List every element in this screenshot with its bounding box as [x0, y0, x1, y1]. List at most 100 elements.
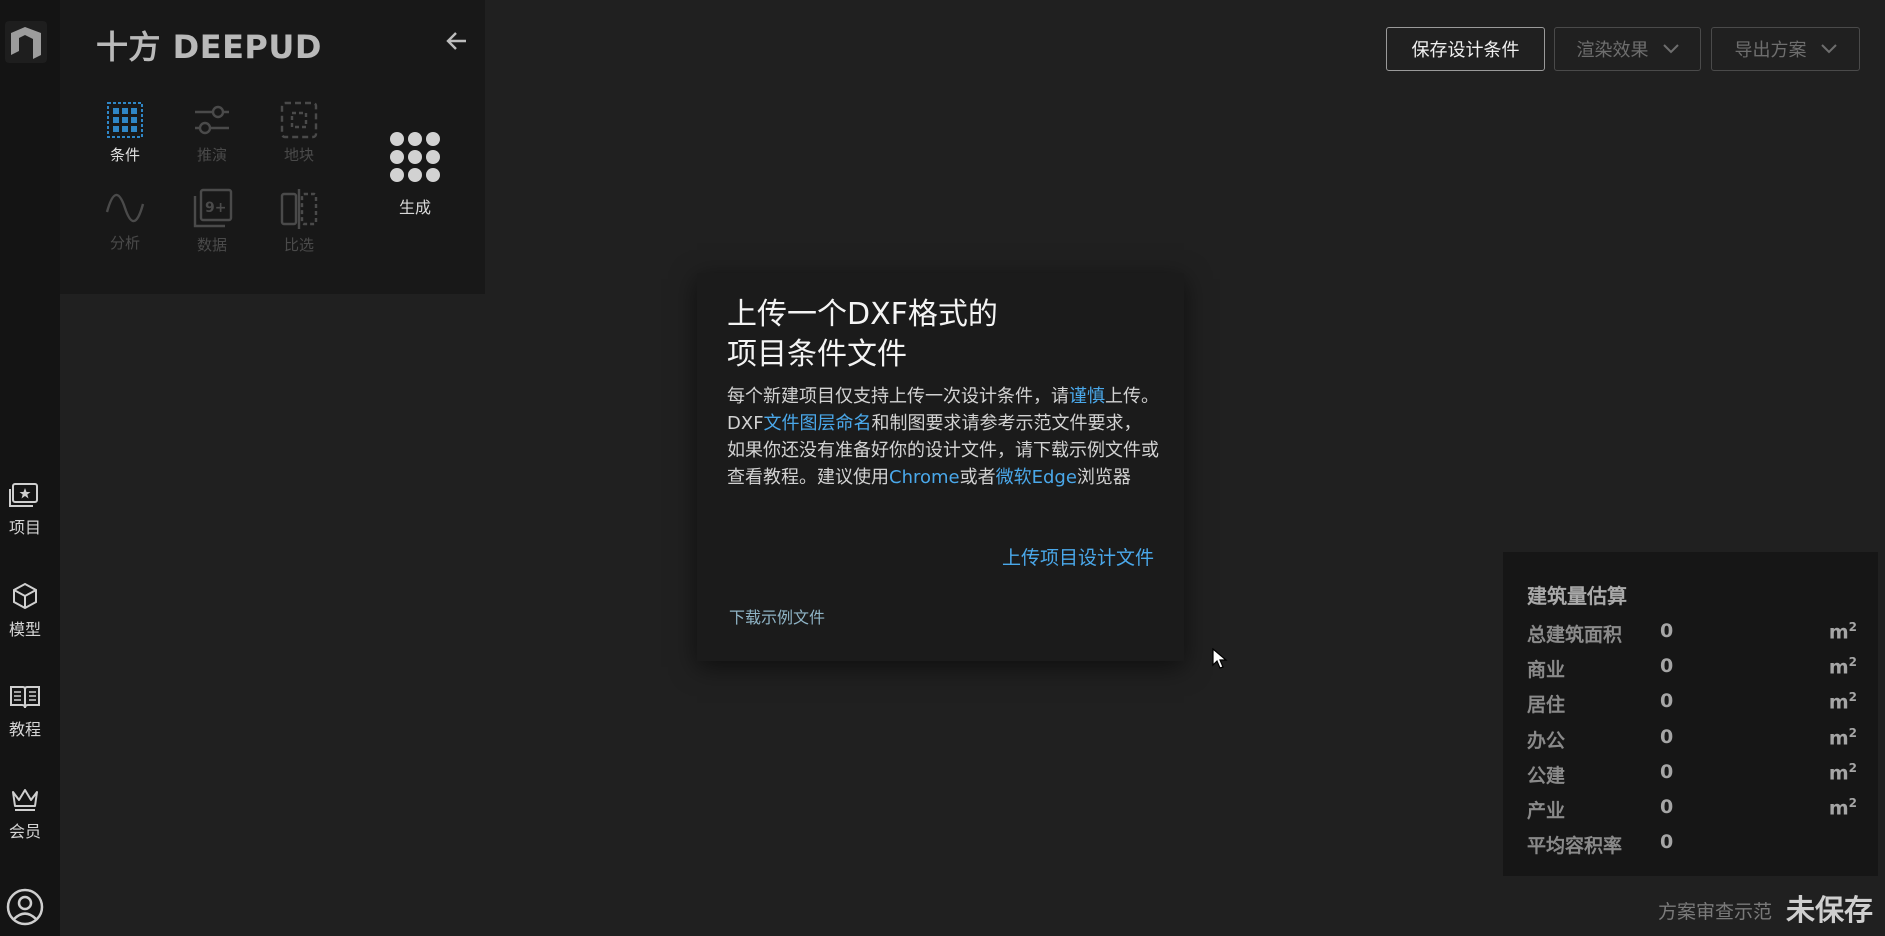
chevron-down-icon — [1662, 44, 1679, 54]
rail-item-project[interactable]: 项目 — [0, 482, 50, 538]
estimate-unit: m2 — [1828, 761, 1857, 785]
upload-design-file-link[interactable]: 上传项目设计文件 — [1002, 543, 1154, 570]
estimate-value: 0 — [1660, 796, 1674, 818]
project-star-icon — [9, 483, 38, 507]
app-logo-icon[interactable] — [4, 20, 48, 64]
tool-conditions[interactable]: 条件 — [95, 100, 155, 165]
text: 浏览器 — [1076, 467, 1131, 488]
dialog-body-line3: 如果你还没有准备好你的设计文件，请下载示例文件或 — [727, 440, 1159, 461]
text: 或者 — [959, 467, 996, 488]
cube-icon — [13, 582, 37, 610]
dialog-title: 上传一个DXF格式的 项目条件文件 — [727, 295, 1147, 375]
estimate-unit: m2 — [1828, 690, 1857, 714]
dialog-title-line2: 项目条件文件 — [727, 337, 907, 372]
tool-label: 条件 — [109, 146, 140, 164]
edge-link[interactable]: 微软Edge — [996, 467, 1077, 488]
estimate-value: 0 — [1660, 620, 1674, 642]
text: 查看教程。建议使用 — [727, 467, 889, 488]
data-9plus-icon: 9+ — [193, 188, 233, 228]
wave-icon — [105, 193, 145, 223]
rail-item-label: 教程 — [8, 720, 41, 739]
dashed-square-icon — [280, 101, 318, 139]
dialog-body-line2: DXF文件图层命名和制图要求请参考示范文件要求， — [727, 410, 1167, 437]
rail-item-member[interactable]: 会员 — [0, 786, 50, 842]
rail-item-label: 项目 — [8, 518, 41, 537]
crown-icon — [12, 789, 38, 811]
rail-item-label: 会员 — [8, 822, 41, 841]
estimate-value: 0 — [1660, 831, 1674, 853]
dialog-body-line1: 每个新建项目仅支持上传一次设计条件，请谨慎上传。 — [727, 383, 1167, 410]
text: DXF — [727, 413, 764, 434]
save-conditions-button[interactable]: 保存设计条件 — [1386, 27, 1545, 71]
tool-label: 分析 — [109, 234, 140, 252]
estimate-key: 商业 — [1527, 659, 1566, 681]
estimate-row: 总建筑面积 0 m2 — [1527, 620, 1857, 650]
review-demo-note: 方案审查示范 — [1658, 901, 1773, 923]
estimate-row: 居住 0 m2 — [1527, 690, 1857, 720]
rail-item-model[interactable]: 模型 — [0, 582, 50, 640]
caution-link[interactable]: 谨慎 — [1069, 386, 1105, 407]
estimate-key: 办公 — [1527, 730, 1566, 752]
chevron-down-icon — [1820, 44, 1837, 54]
book-icon — [10, 686, 40, 709]
export-dropdown[interactable]: 导出方案 — [1711, 27, 1860, 71]
tool-label: 地块 — [283, 146, 314, 164]
estimate-row: 商业 0 m2 — [1527, 655, 1857, 685]
tool-data[interactable]: 9+ 数据 — [182, 188, 242, 255]
collapse-panel-button[interactable] — [442, 26, 472, 56]
export-label: 导出方案 — [1734, 40, 1807, 61]
mouse-cursor-icon — [1212, 648, 1228, 669]
grid-icon — [107, 102, 143, 138]
generate-button[interactable]: 生成 — [380, 130, 450, 218]
estimate-row: 公建 0 m2 — [1527, 761, 1857, 791]
tool-label: 数据 — [196, 236, 227, 254]
arrow-left-icon — [446, 32, 466, 50]
estimate-unit: m2 — [1828, 655, 1857, 679]
dialog-body: 每个新建项目仅支持上传一次设计条件，请谨慎上传。 DXF文件图层命名和制图要求请… — [727, 383, 1167, 491]
brand-title: 十方 DEEPUD — [96, 28, 322, 66]
dialog-body-line4: 查看教程。建议使用Chrome或者微软Edge浏览器 — [727, 464, 1167, 491]
estimate-value: 0 — [1660, 726, 1674, 748]
tool-panel: 十方 DEEPUD 条件 推演 地块 分析 9+ 数据 比选 生成 — [60, 0, 485, 294]
dots-grid-icon — [390, 132, 440, 182]
estimate-key: 产业 — [1527, 800, 1566, 822]
estimate-row: 产业 0 m2 — [1527, 796, 1857, 826]
render-label: 渲染效果 — [1576, 40, 1649, 61]
rail-item-tutorial[interactable]: 教程 — [0, 684, 50, 740]
tool-analysis[interactable]: 分析 — [95, 188, 155, 253]
rail-item-label: 模型 — [8, 620, 41, 639]
text: 每个新建项目仅支持上传一次设计条件，请 — [727, 386, 1069, 407]
render-dropdown[interactable]: 渲染效果 — [1554, 27, 1701, 71]
tool-plot[interactable]: 地块 — [269, 100, 329, 165]
save-conditions-label: 保存设计条件 — [1411, 40, 1520, 61]
estimate-row: 平均容积率 0 — [1527, 831, 1857, 861]
dialog-title-line1: 上传一个DXF格式的 — [727, 297, 998, 332]
upload-dialog: 上传一个DXF格式的 项目条件文件 每个新建项目仅支持上传一次设计条件，请谨慎上… — [697, 273, 1184, 661]
user-avatar-icon — [6, 888, 44, 926]
estimate-key: 公建 — [1527, 765, 1566, 787]
layer-naming-link[interactable]: 文件图层命名 — [764, 413, 872, 434]
tool-deduce[interactable]: 推演 — [182, 100, 242, 165]
tool-label: 推演 — [196, 146, 227, 164]
tool-label: 比选 — [283, 236, 314, 254]
sliders-icon — [195, 105, 229, 135]
chrome-link[interactable]: Chrome — [889, 467, 960, 488]
text: 和制图要求请参考示范文件要求， — [871, 413, 1142, 434]
svg-text:9+: 9+ — [205, 200, 226, 216]
estimate-value: 0 — [1660, 655, 1674, 677]
estimate-key: 总建筑面积 — [1527, 624, 1623, 646]
left-rail: 项目 模型 教程 会员 — [0, 0, 60, 936]
estimate-value: 0 — [1660, 761, 1674, 783]
compare-icon — [280, 189, 318, 229]
user-avatar[interactable] — [0, 888, 50, 926]
estimate-row: 办公 0 m2 — [1527, 726, 1857, 756]
estimate-unit: m2 — [1828, 726, 1857, 750]
tool-compare[interactable]: 比选 — [269, 188, 329, 255]
estimate-key: 平均容积率 — [1527, 835, 1623, 857]
building-estimate-panel: 建筑量估算 总建筑面积 0 m2 商业 0 m2 居住 0 m2 办公 0 m2… — [1503, 552, 1878, 876]
estimate-unit: m2 — [1828, 796, 1857, 820]
text: 上传。 — [1105, 386, 1159, 407]
generate-label: 生成 — [398, 198, 431, 217]
download-sample-link[interactable]: 下载示例文件 — [729, 604, 825, 628]
save-status: 未保存 — [1786, 893, 1874, 927]
